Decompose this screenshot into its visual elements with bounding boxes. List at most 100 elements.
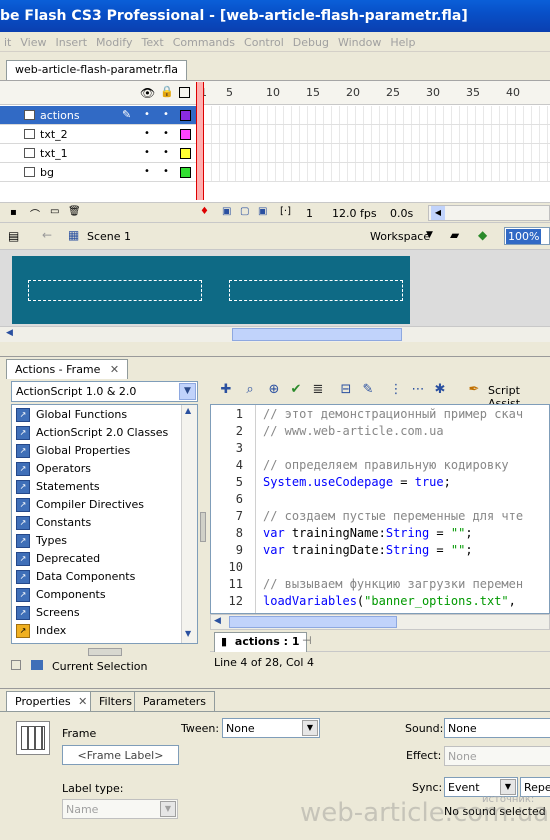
- actionscript-version-select[interactable]: ActionScript 1.0 & 2.0 ▼: [11, 381, 198, 402]
- tree-item[interactable]: ↗ Data Components: [16, 570, 135, 588]
- layer-name[interactable]: actions: [40, 109, 80, 122]
- workspace-menu[interactable]: Workspace: [370, 230, 430, 243]
- scroll-left-icon[interactable]: ◀: [431, 206, 445, 220]
- layer-name[interactable]: txt_1: [40, 147, 68, 160]
- tree-item[interactable]: ↗ Deprecated: [16, 552, 100, 570]
- playhead[interactable]: [196, 82, 204, 200]
- code-editor[interactable]: 1 // этот демонстрационный пример скач 2 //…: [210, 404, 550, 614]
- menu-item-modify[interactable]: Modify: [92, 32, 137, 49]
- tree-vscroll[interactable]: ▲ ▼: [181, 405, 197, 643]
- motion-guide-icon[interactable]: ⌒: [30, 206, 40, 221]
- outline-icon[interactable]: [179, 87, 190, 98]
- collapse-between-icon[interactable]: ⋮: [388, 382, 404, 398]
- timeline-toggle-icon[interactable]: ▤: [8, 229, 19, 243]
- code-line[interactable]: 8 var trainingName:String = "";: [211, 526, 549, 543]
- menu-item-text[interactable]: Text: [138, 32, 169, 49]
- scroll-left-icon[interactable]: ◀: [6, 328, 13, 338]
- layer-frames[interactable]: [196, 106, 550, 125]
- code-line[interactable]: 9 var trainingDate:String = "";: [211, 543, 549, 560]
- code-line[interactable]: 2 // www.web-article.com.ua: [211, 424, 549, 441]
- tree-item[interactable]: ↗ Index: [16, 624, 66, 642]
- visibility-dot[interactable]: •: [144, 109, 150, 120]
- pin-script-icon[interactable]: ⊣: [302, 634, 312, 647]
- lock-icon[interactable]: 🔒: [160, 85, 174, 98]
- menu-item-window[interactable]: Window: [334, 32, 386, 49]
- visibility-dot[interactable]: •: [144, 166, 150, 177]
- scene-label[interactable]: Scene 1: [87, 230, 131, 243]
- center-frame-icon[interactable]: ♦: [200, 206, 209, 217]
- sound-select[interactable]: None: [444, 718, 550, 738]
- lock-dot[interactable]: •: [163, 147, 169, 158]
- text-field-txt-1[interactable]: [28, 280, 202, 301]
- edit-symbols-icon[interactable]: ▰: [450, 228, 459, 242]
- properties-tab[interactable]: Properties ✕: [6, 691, 97, 711]
- layer-name[interactable]: txt_2: [40, 128, 68, 141]
- layer-frames[interactable]: [196, 163, 550, 182]
- stage[interactable]: [12, 256, 410, 324]
- parameters-tab[interactable]: Parameters: [134, 691, 215, 711]
- visibility-dot[interactable]: •: [144, 147, 150, 158]
- lock-dot[interactable]: •: [163, 166, 169, 177]
- edit-multiple-icon[interactable]: ▣: [258, 206, 267, 217]
- layer-row-txt-2[interactable]: txt_2 • •: [0, 125, 196, 144]
- code-line[interactable]: 1 // этот демонстрационный пример скач: [211, 407, 549, 424]
- tree-item[interactable]: ↗ ActionScript 2.0 Classes: [16, 426, 168, 444]
- menu-item-it[interactable]: it: [0, 32, 16, 49]
- close-icon[interactable]: ✕: [78, 695, 87, 708]
- collapse-selection-icon[interactable]: ⋯: [410, 382, 426, 398]
- tree-item[interactable]: ↗ Global Properties: [16, 444, 130, 462]
- scroll-up-icon[interactable]: ▲: [185, 406, 191, 415]
- auto-format-icon[interactable]: ≣: [310, 382, 326, 398]
- code-line[interactable]: 12 loadVariables("banner_options.txt",: [211, 594, 549, 611]
- layer-row-bg[interactable]: bg • •: [0, 163, 196, 182]
- layer-row-txt-1[interactable]: txt_1 • •: [0, 144, 196, 163]
- menu-item-commands[interactable]: Commands: [169, 32, 240, 49]
- timeline-hscroll[interactable]: ◀: [428, 205, 550, 221]
- code-line[interactable]: 10: [211, 560, 549, 577]
- tween-select[interactable]: None ▼: [222, 718, 320, 738]
- folder-icon[interactable]: ▭: [50, 206, 59, 217]
- code-line[interactable]: 7 // создаем пустые переменные для чте: [211, 509, 549, 526]
- debug-icon[interactable]: ✎: [360, 382, 376, 398]
- edit-scene-icon[interactable]: ◆: [478, 228, 487, 242]
- menu-item-help[interactable]: Help: [386, 32, 420, 49]
- layer-frames[interactable]: [196, 144, 550, 163]
- tree-item[interactable]: ↗ Compiler Directives: [16, 498, 144, 516]
- layer-frames[interactable]: [196, 125, 550, 144]
- vertical-splitter[interactable]: [200, 512, 206, 542]
- frame-label-input[interactable]: <Frame Label>: [62, 745, 179, 765]
- back-arrow-icon[interactable]: ←: [42, 228, 52, 242]
- text-field-txt-2[interactable]: [229, 280, 403, 301]
- onion-skin-icon[interactable]: ▣: [222, 206, 231, 217]
- menu-item-debug[interactable]: Debug: [289, 32, 334, 49]
- label-type-select[interactable]: Name ▼: [62, 799, 178, 819]
- layer-color-swatch[interactable]: [180, 167, 191, 178]
- chevron-down-icon[interactable]: ▼: [500, 779, 516, 795]
- menu-item-view[interactable]: View: [16, 32, 51, 49]
- code-line[interactable]: 6: [211, 492, 549, 509]
- add-item-icon[interactable]: ✚: [218, 382, 234, 398]
- code-scroll-thumb[interactable]: [229, 616, 397, 628]
- chevron-down-icon[interactable]: ▼: [179, 383, 196, 400]
- code-hscroll[interactable]: ◀: [210, 614, 550, 630]
- layer-row-actions[interactable]: actions ✎ • •: [0, 106, 196, 125]
- check-syntax-icon[interactable]: ✔: [288, 382, 304, 398]
- layer-color-swatch[interactable]: [180, 148, 191, 159]
- lock-dot[interactable]: •: [163, 128, 169, 139]
- visibility-dot[interactable]: •: [144, 128, 150, 139]
- menu-item-insert[interactable]: Insert: [51, 32, 92, 49]
- stage-scroll-thumb[interactable]: [232, 328, 402, 341]
- stage-hscroll[interactable]: ◀: [0, 326, 550, 342]
- scroll-left-icon[interactable]: ◀: [214, 616, 221, 626]
- code-line[interactable]: 3: [211, 441, 549, 458]
- chevron-down-icon[interactable]: ▼: [160, 801, 176, 817]
- trash-icon[interactable]: 🗑: [68, 206, 81, 217]
- expand-all-icon[interactable]: ✱: [432, 382, 448, 398]
- script-tab[interactable]: ▮ actions : 1: [214, 632, 307, 652]
- layer-name[interactable]: bg: [40, 166, 54, 179]
- actions-frame-tab[interactable]: Actions - Frame ✕: [6, 359, 129, 379]
- chevron-down-icon[interactable]: ▼: [302, 720, 318, 736]
- current-selection-node[interactable]: Current Selection: [11, 660, 198, 672]
- onion-outline-icon[interactable]: ▢: [240, 206, 249, 217]
- effect-select[interactable]: None: [444, 746, 550, 766]
